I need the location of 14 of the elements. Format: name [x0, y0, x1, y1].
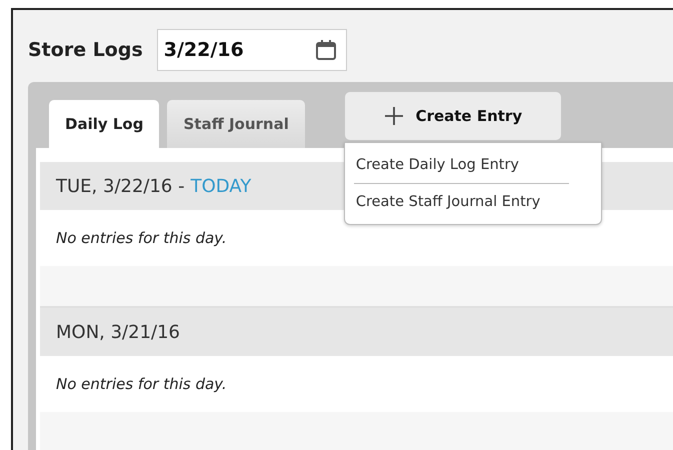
date-field[interactable]: 3/22/16: [156, 29, 347, 71]
menu-item[interactable]: Create Staff Journal Entry: [344, 184, 601, 220]
page-title: Store Logs: [28, 39, 143, 61]
menu-item[interactable]: Create Daily Log Entry: [344, 147, 601, 183]
tab[interactable]: Staff Journal: [167, 100, 305, 148]
empty-message: No entries for this day.: [56, 375, 227, 393]
empty-message: No entries for this day.: [56, 229, 227, 247]
tab[interactable]: Daily Log: [49, 100, 160, 148]
today-label: TODAY: [190, 176, 252, 196]
calendar-icon[interactable]: [314, 39, 337, 61]
create-entry-button[interactable]: Create Entry: [344, 92, 561, 140]
day-heading: MON, 3/21/16: [56, 322, 180, 342]
plus-icon: [384, 106, 404, 126]
day-heading: TUE, 3/22/16 -: [56, 176, 185, 196]
